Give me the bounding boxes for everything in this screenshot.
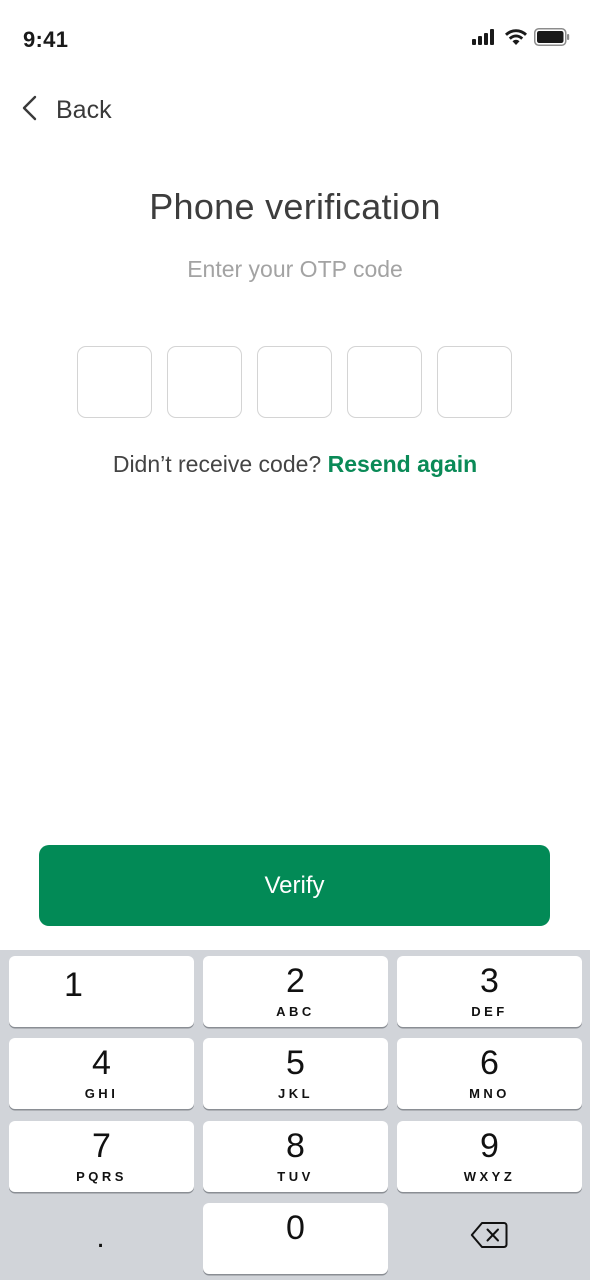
key-digit: 3 xyxy=(480,962,499,1000)
key-letters: DEF xyxy=(471,1004,508,1019)
wifi-icon xyxy=(504,28,528,51)
key-5[interactable]: 5 JKL xyxy=(203,1038,388,1109)
key-1[interactable]: 1 xyxy=(9,956,194,1027)
key-digit: 4 xyxy=(92,1044,111,1082)
otp-digit-5[interactable] xyxy=(437,346,512,418)
backspace-icon xyxy=(470,1221,508,1254)
key-8[interactable]: 8 TUV xyxy=(203,1121,388,1192)
key-digit: 1 xyxy=(64,966,83,1004)
key-digit: 2 xyxy=(286,962,305,1000)
page-subtitle: Enter your OTP code xyxy=(187,256,403,282)
otp-digit-3[interactable] xyxy=(257,346,332,418)
status-bar: 9:41 xyxy=(0,0,590,80)
cellular-signal-icon xyxy=(472,28,498,50)
verify-button[interactable]: Verify xyxy=(39,845,550,926)
key-0[interactable]: 0 xyxy=(203,1203,388,1274)
resend-again-link[interactable]: Resend again xyxy=(328,451,478,477)
resend-prompt: Didn’t receive code? xyxy=(112,451,322,477)
key-9[interactable]: 9 WXYZ xyxy=(397,1121,582,1192)
key-digit: 6 xyxy=(480,1044,499,1082)
key-letters: TUV xyxy=(277,1169,314,1184)
key-letters: ABC xyxy=(276,1004,315,1019)
otp-digit-2[interactable] xyxy=(167,346,242,418)
battery-icon xyxy=(534,27,570,51)
page-title: Phone verification xyxy=(149,186,441,227)
key-letters: WXYZ xyxy=(463,1169,516,1184)
resend-line: Didn’t receive code? Resend again xyxy=(0,451,590,478)
key-digit: 9 xyxy=(480,1127,499,1165)
phone-verification-screen: 9:41 Back Phone verification Enter your … xyxy=(0,0,590,1280)
key-6[interactable]: 6 MNO xyxy=(397,1038,582,1109)
key-3[interactable]: 3 DEF xyxy=(397,956,582,1027)
key-digit: 8 xyxy=(286,1127,305,1165)
key-dot[interactable]: . xyxy=(8,1202,193,1273)
otp-input-group xyxy=(77,346,512,418)
delete-key[interactable] xyxy=(396,1202,581,1273)
key-7[interactable]: 7 PQRS xyxy=(9,1121,194,1192)
otp-digit-1[interactable] xyxy=(77,346,152,418)
key-2[interactable]: 2 ABC xyxy=(203,956,388,1027)
key-letters: GHI xyxy=(84,1086,119,1101)
key-digit: 5 xyxy=(286,1044,305,1082)
key-4[interactable]: 4 GHI xyxy=(9,1038,194,1109)
status-time: 9:41 xyxy=(23,27,69,52)
status-icons xyxy=(472,27,570,51)
key-letters: JKL xyxy=(277,1086,314,1101)
key-digit: 0 xyxy=(286,1209,305,1247)
key-letters: MNO xyxy=(469,1086,510,1101)
chevron-left-icon xyxy=(20,95,40,126)
key-digit: 7 xyxy=(92,1127,111,1165)
back-label: Back xyxy=(56,95,112,124)
back-button[interactable]: Back xyxy=(20,90,112,130)
otp-digit-4[interactable] xyxy=(347,346,422,418)
key-letters: PQRS xyxy=(76,1169,127,1184)
